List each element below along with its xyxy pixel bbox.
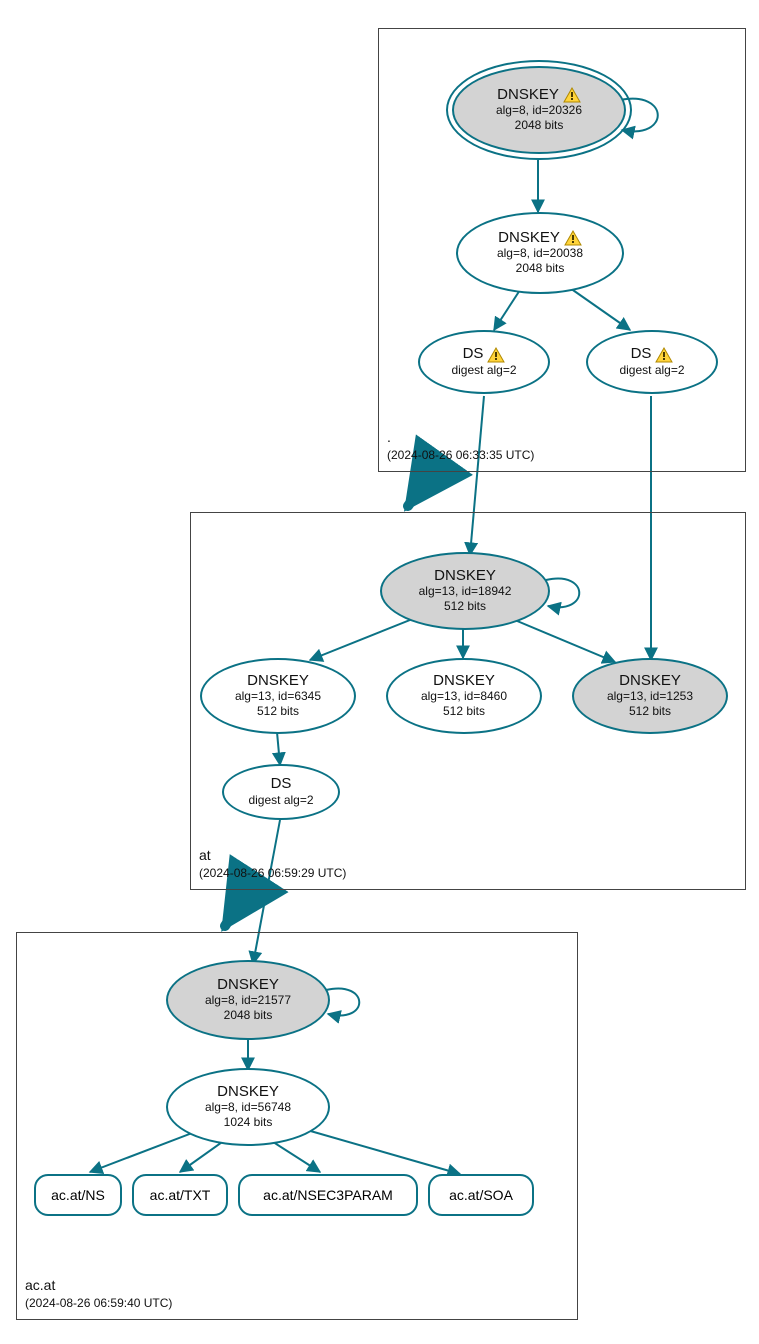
- node-acat-zsk: DNSKEY alg=8, id=56748 1024 bits: [166, 1068, 330, 1146]
- zone-at-label: at (2024-08-26 06:59:29 UTC): [199, 846, 346, 881]
- node-root-ksk-title: DNSKEY: [497, 87, 559, 104]
- node-at-ds-line1: digest alg=2: [248, 793, 313, 808]
- warning-icon: [563, 87, 581, 103]
- node-root-ds-right-title: DS: [631, 346, 652, 363]
- node-root-ksk-line2: 2048 bits: [515, 118, 564, 133]
- node-at-zsk-1253: DNSKEY alg=13, id=1253 512 bits: [572, 658, 728, 734]
- node-at-zsk-6345: DNSKEY alg=13, id=6345 512 bits: [200, 658, 356, 734]
- node-root-zsk-line1: alg=8, id=20038: [497, 246, 583, 261]
- node-root-ksk-line1: alg=8, id=20326: [496, 103, 582, 118]
- node-at-zsk1-title: DNSKEY: [247, 673, 309, 690]
- node-root-ds-left-title: DS: [463, 346, 484, 363]
- node-root-ds-right-line1: digest alg=2: [619, 363, 684, 378]
- warning-icon: [655, 347, 673, 363]
- node-acat-zsk-line1: alg=8, id=56748: [205, 1100, 291, 1115]
- zone-root-timestamp: (2024-08-26 06:33:35 UTC): [387, 447, 534, 463]
- node-at-ksk-line1: alg=13, id=18942: [419, 584, 512, 599]
- node-root-ksk: DNSKEY alg=8, id=20326 2048 bits: [452, 66, 626, 154]
- node-at-ksk-line2: 512 bits: [444, 599, 486, 614]
- rr-n3p-label: ac.at/NSEC3PARAM: [263, 1187, 393, 1203]
- node-root-ds-right: DS digest alg=2: [586, 330, 718, 394]
- rr-soa-label: ac.at/SOA: [449, 1187, 513, 1203]
- rr-nsec3param: ac.at/NSEC3PARAM: [238, 1174, 418, 1216]
- dnssec-graph: . (2024-08-26 06:33:35 UTC) at (2024-08-…: [0, 0, 759, 1344]
- node-at-zsk3-title: DNSKEY: [619, 673, 681, 690]
- node-acat-ksk: DNSKEY alg=8, id=21577 2048 bits: [166, 960, 330, 1040]
- node-at-zsk3-line2: 512 bits: [629, 704, 671, 719]
- rr-ns-label: ac.at/NS: [51, 1187, 105, 1203]
- warning-icon: [487, 347, 505, 363]
- zone-acat-name: ac.at: [25, 1276, 172, 1295]
- rr-txt: ac.at/TXT: [132, 1174, 228, 1216]
- node-at-ds: DS digest alg=2: [222, 764, 340, 820]
- node-root-zsk-title: DNSKEY: [498, 230, 560, 247]
- node-at-zsk2-line2: 512 bits: [443, 704, 485, 719]
- zone-root-label: . (2024-08-26 06:33:35 UTC): [387, 428, 534, 463]
- node-acat-zsk-title: DNSKEY: [217, 1084, 279, 1101]
- node-at-ds-title: DS: [271, 776, 292, 793]
- zone-root-name: .: [387, 428, 534, 447]
- warning-icon: [564, 230, 582, 246]
- rr-ns: ac.at/NS: [34, 1174, 122, 1216]
- node-acat-ksk-title: DNSKEY: [217, 977, 279, 994]
- node-at-ksk: DNSKEY alg=13, id=18942 512 bits: [380, 552, 550, 630]
- node-at-zsk2-title: DNSKEY: [433, 673, 495, 690]
- node-acat-ksk-line1: alg=8, id=21577: [205, 993, 291, 1008]
- node-root-zsk-line2: 2048 bits: [516, 261, 565, 276]
- node-acat-zsk-line2: 1024 bits: [224, 1115, 273, 1130]
- rr-soa: ac.at/SOA: [428, 1174, 534, 1216]
- zone-at-timestamp: (2024-08-26 06:59:29 UTC): [199, 865, 346, 881]
- node-root-ds-left-line1: digest alg=2: [451, 363, 516, 378]
- node-acat-ksk-line2: 2048 bits: [224, 1008, 273, 1023]
- node-at-zsk-8460: DNSKEY alg=13, id=8460 512 bits: [386, 658, 542, 734]
- node-at-zsk1-line2: 512 bits: [257, 704, 299, 719]
- node-at-ksk-title: DNSKEY: [434, 568, 496, 585]
- node-at-zsk2-line1: alg=13, id=8460: [421, 689, 507, 704]
- node-at-zsk3-line1: alg=13, id=1253: [607, 689, 693, 704]
- zone-at-name: at: [199, 846, 346, 865]
- zone-acat-timestamp: (2024-08-26 06:59:40 UTC): [25, 1295, 172, 1311]
- rr-txt-label: ac.at/TXT: [150, 1187, 211, 1203]
- node-root-zsk: DNSKEY alg=8, id=20038 2048 bits: [456, 212, 624, 294]
- zone-acat-label: ac.at (2024-08-26 06:59:40 UTC): [25, 1276, 172, 1311]
- node-root-ds-left: DS digest alg=2: [418, 330, 550, 394]
- node-at-zsk1-line1: alg=13, id=6345: [235, 689, 321, 704]
